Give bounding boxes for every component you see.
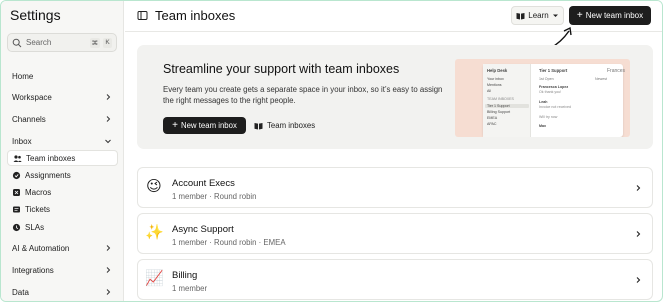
sidebar-item-data[interactable]: Data	[7, 284, 118, 300]
sidebar-item-label: Inbox	[12, 136, 32, 146]
shortcut-key-k: K	[103, 37, 112, 48]
preview-item: All	[487, 89, 491, 93]
sidebar-title: Settings	[10, 7, 61, 23]
preview-row-name: Max	[539, 124, 546, 128]
preview-row-text: Invoice not received	[539, 105, 571, 109]
sidebar-item-label: Macros	[25, 187, 52, 197]
preview-list-title: Tier 1 Support	[539, 68, 568, 73]
macro-icon	[12, 188, 21, 197]
inbox-meta: 1 member · Round robin · EMEA	[172, 238, 286, 247]
sidebar-item-label: Workspace	[12, 92, 52, 102]
sidebar-toggle-icon[interactable]	[137, 10, 148, 21]
new-team-inbox-button[interactable]: + New team inbox	[569, 6, 651, 25]
preview-item: Billing Support	[487, 110, 511, 114]
shortcut-key-cmd: ⌘	[89, 37, 100, 48]
search-input[interactable]: Search ⌘ K	[7, 33, 117, 52]
sidebar-item-assignments[interactable]: Assignments	[7, 167, 118, 183]
sidebar-item-workspace[interactable]: Workspace	[7, 89, 118, 105]
plus-icon: +	[172, 119, 178, 131]
inbox-meta: 1 member · Round robin	[172, 192, 257, 201]
inbox-meta: 1 member	[172, 284, 208, 293]
preview-section: TEAM INBOXES	[487, 97, 514, 101]
sidebar-item-label: Data	[12, 287, 29, 297]
inbox-row-async-support[interactable]: ✨ Async Support 1 member · Round robin ·…	[137, 213, 653, 254]
sidebar-item-label: Channels	[12, 114, 46, 124]
preview-item-active: Tier 1 Support	[485, 104, 529, 108]
sidebar-item-slas[interactable]: SLAs	[7, 219, 118, 235]
settings-sidebar: Settings Search ⌘ K Home Workspace Chann…	[1, 1, 124, 301]
banner-illustration: Help Desk Your inbox Mentions All TEAM I…	[455, 59, 630, 137]
sidebar-item-label: Home	[12, 71, 34, 81]
winking-face-icon: 😉	[146, 178, 162, 195]
chevron-right-icon	[636, 185, 641, 191]
app-window: Settings Search ⌘ K Home Workspace Chann…	[0, 0, 663, 302]
banner-description: Every team you create gets a separate sp…	[163, 85, 443, 105]
learn-label: Learn	[528, 11, 549, 20]
page-header: Team inboxes Learn + New team inbox	[125, 1, 662, 32]
promo-banner: Streamline your support with team inboxe…	[137, 45, 653, 149]
inbox-row-account-execs[interactable]: 😉 Account Execs 1 member · Round robin	[137, 167, 653, 208]
preview-sidebar-title: Help Desk	[487, 68, 508, 73]
inbox-name: Async Support	[172, 224, 234, 235]
assign-icon	[12, 171, 21, 180]
preview-list-filter: 1st Open	[539, 77, 554, 81]
preview-row-name: Francesca Lopez	[539, 85, 569, 89]
caret-down-icon	[552, 14, 558, 17]
sidebar-item-label: SLAs	[25, 222, 45, 232]
preview-row-name: Leah	[539, 100, 548, 104]
sidebar-item-inbox[interactable]: Inbox	[7, 133, 118, 149]
banner-title: Streamline your support with team inboxe…	[163, 62, 400, 76]
sidebar-item-label: AI & Automation	[12, 243, 70, 253]
preview-row-text: Ok thank you!	[539, 90, 562, 94]
sidebar-item-team-inboxes[interactable]: Team inboxes	[7, 150, 118, 166]
chevron-right-icon	[636, 277, 641, 283]
book-icon	[254, 122, 263, 129]
chevron-right-icon	[106, 94, 111, 100]
preview-list-sort: Newest	[595, 77, 607, 81]
chevron-right-icon	[106, 116, 111, 122]
preview-item: Mentions	[487, 83, 502, 87]
sidebar-item-macros[interactable]: Macros	[7, 184, 118, 200]
people-icon	[13, 154, 22, 163]
banner-team-inboxes-link[interactable]: Team inboxes	[254, 117, 315, 134]
sidebar-item-home[interactable]: Home	[7, 68, 118, 84]
inbox-row-billing[interactable]: 📈 Billing 1 member	[137, 259, 653, 300]
sidebar-item-label: Team inboxes	[26, 153, 76, 163]
search-placeholder: Search	[26, 38, 52, 47]
search-shortcut: ⌘ K	[89, 37, 112, 48]
chevron-right-icon	[106, 289, 111, 295]
banner-primary-label: New team inbox	[180, 121, 237, 130]
sidebar-item-integrations[interactable]: Integrations	[7, 262, 118, 278]
inbox-name: Account Execs	[172, 178, 235, 189]
banner-secondary-label: Team inboxes	[267, 121, 316, 130]
preview-row-text: Will try now	[539, 115, 558, 119]
preview-corner-text: Frances	[607, 68, 626, 74]
sidebar-item-label: Tickets	[25, 204, 51, 214]
chevron-down-icon	[105, 139, 111, 144]
preview-item: APAC	[487, 122, 497, 126]
new-team-inbox-label: New team inbox	[585, 11, 644, 20]
banner-new-team-inbox-button[interactable]: + New team inbox	[163, 117, 246, 134]
chevron-right-icon	[106, 267, 111, 273]
book-icon	[516, 12, 525, 19]
sla-icon	[12, 223, 21, 232]
chevron-right-icon	[106, 245, 111, 251]
sidebar-item-ai-automation[interactable]: AI & Automation	[7, 240, 118, 256]
page-title: Team inboxes	[155, 8, 236, 23]
sparkles-icon: ✨	[145, 224, 164, 241]
search-icon	[12, 38, 22, 47]
preview-sidebar: Help Desk Your inbox Mentions All TEAM I…	[483, 64, 531, 137]
ticket-icon	[12, 205, 21, 214]
sidebar-item-tickets[interactable]: Tickets	[7, 201, 118, 217]
sidebar-item-label: Integrations	[12, 265, 54, 275]
preview-item: Your inbox	[487, 77, 504, 81]
chevron-right-icon	[636, 231, 641, 237]
sidebar-item-label: Assignments	[25, 170, 71, 180]
preview-item: EMEA	[487, 116, 498, 120]
plus-icon: +	[576, 9, 583, 21]
illustration-app-preview: Help Desk Your inbox Mentions All TEAM I…	[483, 64, 623, 137]
chart-increasing-icon: 📈	[145, 270, 164, 287]
sidebar-item-channels[interactable]: Channels	[7, 111, 118, 127]
inbox-name: Billing	[172, 270, 198, 281]
